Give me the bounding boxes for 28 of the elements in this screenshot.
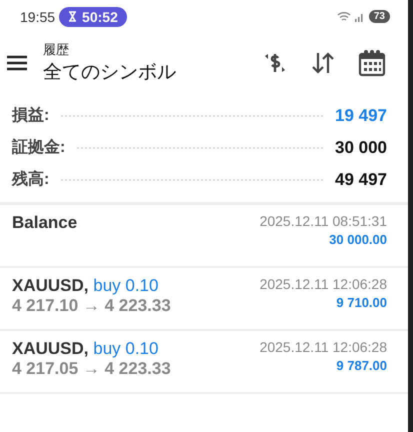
- timer-badge: 50:52: [59, 6, 127, 26]
- deal-title: Balance: [12, 213, 78, 233]
- deal-time: 2025.12.11 12:06:28: [260, 276, 387, 292]
- deal-amount: 9 787.00: [336, 358, 387, 373]
- summary-label: 証拠金:: [12, 137, 66, 158]
- deal-title: XAUUSD, buy 0.10: [12, 339, 160, 359]
- summary-value: 19 497: [335, 106, 387, 126]
- header-subtitle: 履歴: [43, 41, 70, 59]
- header-title: 全てのシンボル: [43, 61, 177, 85]
- deal-amount: 9 710.00: [336, 295, 387, 310]
- summary-label: 残高:: [12, 169, 50, 190]
- signal-icon: [354, 12, 365, 22]
- deal-title: XAUUSD, buy 0.10: [12, 276, 160, 296]
- menu-icon[interactable]: [7, 55, 27, 71]
- battery-badge: 73: [368, 10, 390, 23]
- calendar-icon[interactable]: [358, 49, 386, 77]
- summary-value: 30 000: [335, 138, 387, 158]
- deal-time: 2025.12.11 08:51:31: [260, 213, 387, 229]
- wifi-icon: [336, 11, 351, 22]
- sort-icon[interactable]: [310, 51, 336, 75]
- hourglass-icon: [68, 11, 78, 22]
- summary-value: 49 497: [335, 170, 387, 190]
- deal-prices: 4 217.10 → 4 223.33: [12, 296, 171, 316]
- deal-prices: 4 217.05 → 4 223.33: [12, 359, 171, 379]
- summary-label: 損益:: [12, 106, 50, 126]
- clock: 19:55: [20, 8, 56, 24]
- deal-time: 2025.12.11 12:06:28: [260, 339, 387, 355]
- deal-amount: 30 000.00: [329, 232, 387, 247]
